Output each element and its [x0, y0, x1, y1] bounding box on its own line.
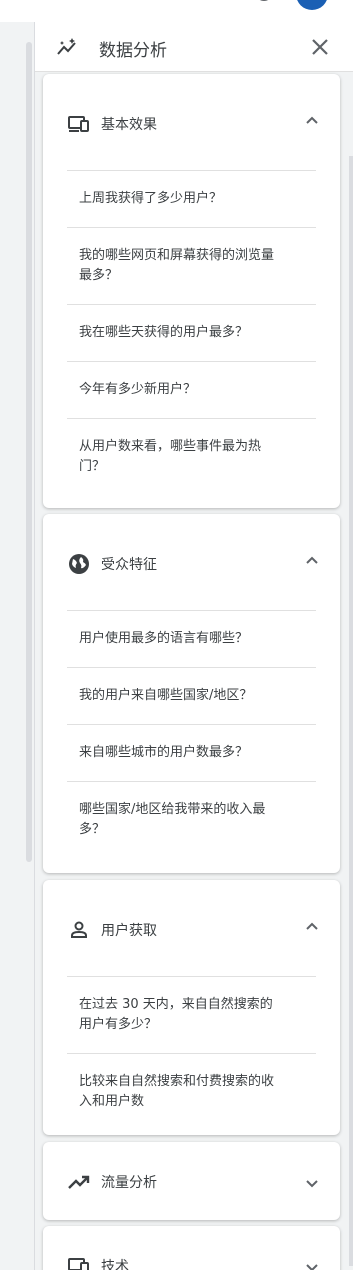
suggested-question[interactable]: 我的哪些网页和屏幕获得的浏览量最多？: [67, 227, 316, 304]
globe-icon: [69, 554, 89, 574]
category-card-traffic[interactable]: 流量分析: [43, 1142, 340, 1220]
suggested-question[interactable]: 上周我获得了多少用户？: [67, 170, 316, 227]
category-header[interactable]: 技术: [43, 1226, 340, 1270]
category-label: 技术: [101, 1259, 129, 1270]
devices-icon: [68, 116, 89, 132]
avatar[interactable]: [296, 0, 328, 10]
suggested-question[interactable]: 来自哪些城市的用户数最多？: [67, 724, 316, 781]
main-scrollbar[interactable]: [26, 42, 32, 862]
panel-header: 数据分析: [35, 22, 353, 72]
panel-scrollbar[interactable]: [349, 156, 353, 1266]
chevron-down-icon[interactable]: [303, 1174, 321, 1192]
chevron-down-icon[interactable]: [303, 1258, 321, 1270]
category-header[interactable]: 用户获取: [43, 880, 340, 976]
suggested-question[interactable]: 比较来自自然搜索和付费搜索的收入和用户数: [67, 1053, 316, 1130]
chevron-up-icon[interactable]: [303, 112, 321, 130]
category-header[interactable]: 受众特征: [43, 514, 340, 610]
person-icon: [71, 921, 87, 938]
category-header[interactable]: 基本效果: [43, 74, 340, 170]
suggested-question[interactable]: 我的用户来自哪些国家/地区？: [67, 667, 316, 724]
category-label: 流量分析: [101, 1175, 157, 1191]
main-content-area: [0, 22, 36, 1270]
category-header[interactable]: 流量分析: [43, 1142, 340, 1220]
chevron-up-icon[interactable]: [303, 918, 321, 936]
category-label: 受众特征: [101, 557, 157, 573]
suggested-question[interactable]: 今年有多少新用户？: [67, 361, 316, 418]
suggested-question[interactable]: 从用户数来看，哪些事件最为热门？: [67, 418, 316, 495]
chevron-up-icon[interactable]: [303, 552, 321, 570]
category-label: 用户获取: [101, 923, 157, 939]
trending-up-icon: [68, 1175, 90, 1189]
suggested-question[interactable]: 我在哪些天获得的用户最多？: [67, 304, 316, 361]
suggested-question[interactable]: 在过去 30 天内，来自自然搜索的用户有多少？: [67, 976, 316, 1053]
close-icon[interactable]: [309, 36, 331, 58]
top-app-bar: [0, 0, 353, 22]
suggested-question[interactable]: 哪些国家/地区给我带来的收入最多？: [67, 781, 316, 858]
devices-icon: [68, 1258, 89, 1270]
insights-icon: [57, 38, 76, 55]
category-card-tech[interactable]: 技术: [43, 1226, 340, 1270]
insights-panel: 数据分析 基本效果 上周我获得了多少用户？ 我的哪些网页和屏幕获得的浏览量最多？…: [34, 22, 353, 1270]
category-card-acquisition: 用户获取 在过去 30 天内，来自自然搜索的用户有多少？ 比较来自自然搜索和付费…: [43, 880, 340, 1135]
suggested-question[interactable]: 用户使用最多的语言有哪些？: [67, 610, 316, 667]
help-icon[interactable]: [254, 0, 274, 6]
apps-icon[interactable]: [206, 0, 226, 6]
category-label: 基本效果: [101, 117, 157, 133]
category-card-demographics: 受众特征 用户使用最多的语言有哪些？ 我的用户来自哪些国家/地区？ 来自哪些城市…: [43, 514, 340, 873]
panel-title: 数据分析: [99, 41, 167, 61]
category-card-performance: 基本效果 上周我获得了多少用户？ 我的哪些网页和屏幕获得的浏览量最多？ 我在哪些…: [43, 74, 340, 508]
